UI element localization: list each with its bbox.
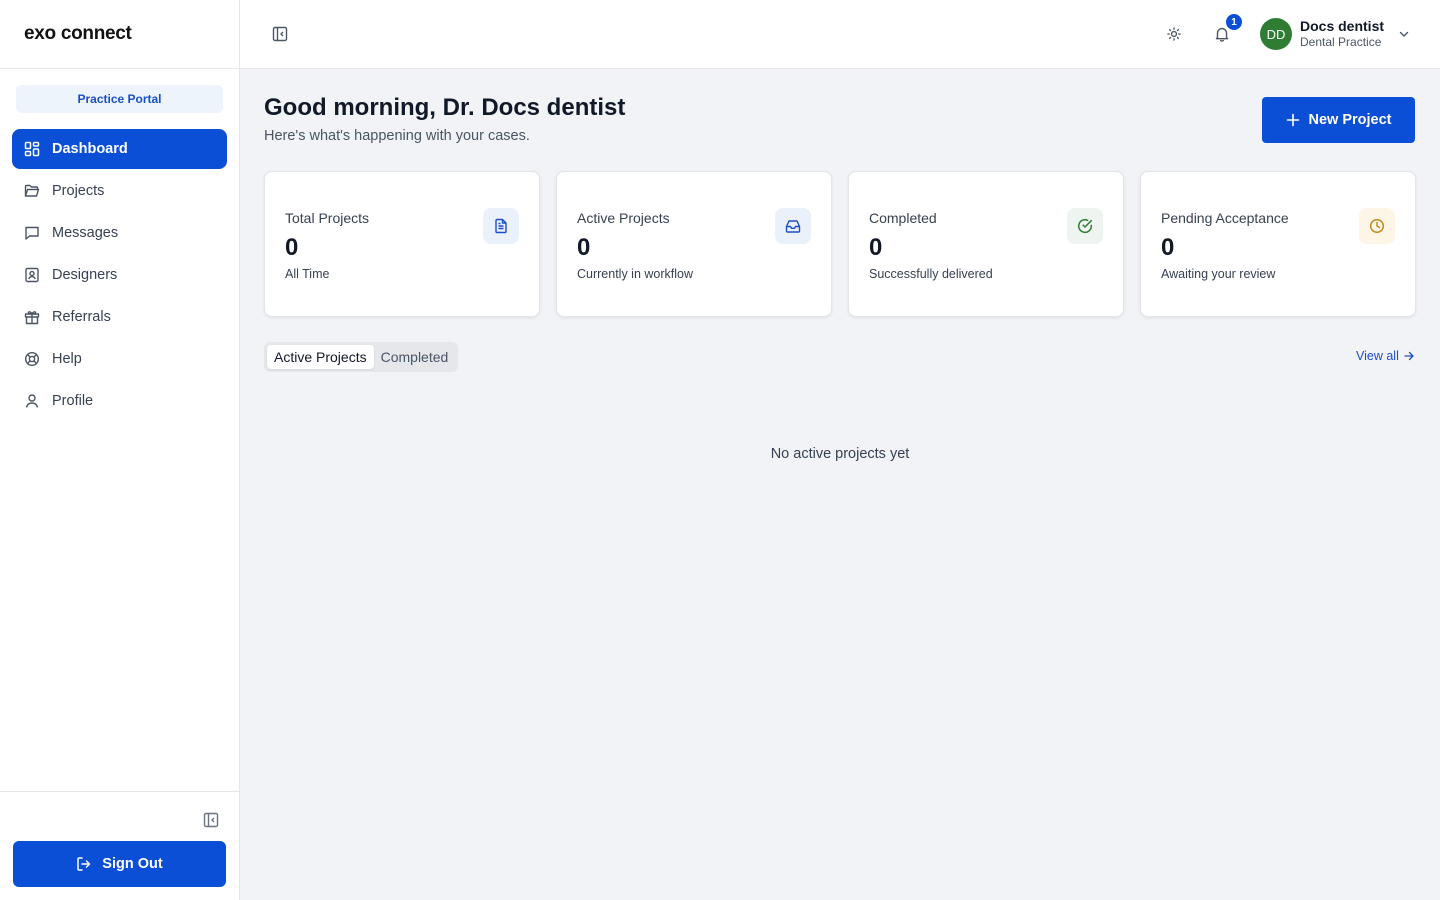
sidebar-item-label: Dashboard xyxy=(52,141,128,157)
sun-icon[interactable] xyxy=(1167,27,1181,41)
sidebar-item-label: Profile xyxy=(52,393,94,409)
sidebar-item-profile[interactable]: Profile xyxy=(12,381,227,421)
stat-card-completed: Completed 0 Successfully delivered xyxy=(848,171,1124,317)
new-project-button[interactable]: New Project xyxy=(1262,97,1415,143)
sidebar-item-referrals[interactable]: Referrals xyxy=(12,297,227,337)
new-project-label: New Project xyxy=(1308,112,1392,128)
stat-value: 0 xyxy=(285,234,299,261)
check-circle-icon xyxy=(1077,219,1093,234)
stat-icon-box xyxy=(1359,208,1395,244)
sidebar-item-label: Referrals xyxy=(52,309,111,325)
message-icon xyxy=(25,226,39,240)
user-info: Docs dentist Dental Practice xyxy=(1300,18,1384,50)
user-icon xyxy=(25,394,39,408)
contact-icon xyxy=(25,267,39,283)
top-header: 1 DD Docs dentist Dental Practice xyxy=(240,0,1440,69)
stat-card-pending-acceptance: Pending Acceptance 0 Awaiting your revie… xyxy=(1140,171,1416,317)
empty-state-text: No active projects yet xyxy=(770,446,910,462)
user-role: Dental Practice xyxy=(1300,35,1382,49)
folder-icon xyxy=(24,184,40,197)
sidebar-item-dashboard[interactable]: Dashboard xyxy=(12,129,227,169)
sidebar-nav: Dashboard Projects Messages Designers Re… xyxy=(12,129,227,423)
sidebar-item-messages[interactable]: Messages xyxy=(12,213,227,253)
bell-icon[interactable] xyxy=(1214,26,1230,42)
plus-icon xyxy=(1286,113,1299,127)
page-subtitle: Here's what's happening with your cases. xyxy=(264,128,530,144)
stat-label: Total Projects xyxy=(285,210,370,226)
view-all-link[interactable]: View all xyxy=(1356,349,1414,363)
dashboard-icon xyxy=(24,141,40,157)
lifebuoy-icon xyxy=(24,351,40,367)
stat-subtext: All Time xyxy=(285,267,330,281)
gift-icon xyxy=(24,311,40,325)
brand-logo[interactable]: exo connect xyxy=(24,23,132,45)
stat-label: Active Projects xyxy=(577,210,670,226)
portal-badge: Practice Portal xyxy=(16,85,223,113)
logout-icon xyxy=(77,857,91,871)
sidebar-toggle-icon[interactable] xyxy=(272,26,288,42)
sidebar: exo connect Practice Portal Dashboard Pr… xyxy=(0,0,240,900)
user-name: Docs dentist xyxy=(1300,18,1385,34)
sidebar-item-label: Help xyxy=(52,351,82,367)
tab-completed[interactable]: Completed xyxy=(374,345,456,369)
stat-icon-box xyxy=(775,208,811,244)
sidebar-item-label: Messages xyxy=(52,225,119,241)
stat-subtext: Currently in workflow xyxy=(577,267,694,281)
stat-icon-box xyxy=(483,208,519,244)
tab-active-projects[interactable]: Active Projects xyxy=(267,345,374,369)
stat-card-total-projects: Total Projects 0 All Time xyxy=(264,171,540,317)
avatar: DD xyxy=(1260,18,1292,50)
stat-value: 0 xyxy=(1161,234,1175,261)
stat-icon-box xyxy=(1067,208,1103,244)
sidebar-item-label: Projects xyxy=(52,183,105,199)
sidebar-item-help[interactable]: Help xyxy=(12,339,227,379)
view-all-label: View all xyxy=(1356,349,1399,363)
collapse-sidebar-icon[interactable] xyxy=(203,812,219,828)
document-icon xyxy=(495,218,507,234)
stats-row: Total Projects 0 All Time Active Project… xyxy=(264,171,1416,317)
sign-out-label: Sign Out xyxy=(102,856,163,872)
user-menu[interactable]: DD Docs dentist Dental Practice xyxy=(1260,18,1410,50)
notification-badge: 1 xyxy=(1226,14,1242,30)
stat-value: 0 xyxy=(577,234,591,261)
stat-card-active-projects: Active Projects 0 Currently in workflow xyxy=(556,171,832,317)
project-tabs: Active Projects Completed xyxy=(264,342,459,372)
stat-label: Completed xyxy=(869,210,937,226)
sidebar-item-projects[interactable]: Projects xyxy=(12,171,227,211)
page-title: Good morning, Dr. Docs dentist xyxy=(264,94,626,121)
inbox-icon xyxy=(785,220,801,233)
sidebar-item-designers[interactable]: Designers xyxy=(12,255,227,295)
brand: exo connect xyxy=(0,0,239,69)
sidebar-footer: Sign Out xyxy=(0,791,239,900)
chevron-down-icon xyxy=(1399,31,1409,37)
clock-icon xyxy=(1369,218,1385,234)
arrow-right-icon xyxy=(1404,351,1414,361)
sign-out-button[interactable]: Sign Out xyxy=(13,841,226,887)
stat-subtext: Awaiting your review xyxy=(1161,267,1276,281)
stat-label: Pending Acceptance xyxy=(1161,210,1289,226)
stat-subtext: Successfully delivered xyxy=(869,267,993,281)
sidebar-item-label: Designers xyxy=(52,267,118,283)
stat-value: 0 xyxy=(869,234,883,261)
